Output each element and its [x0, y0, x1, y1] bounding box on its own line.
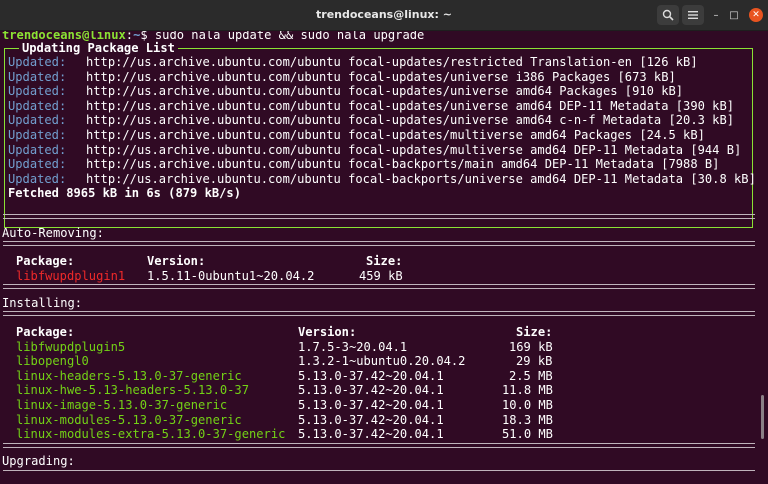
- column-header-package: Package:: [16, 325, 75, 339]
- prompt-command: sudo nala update && sudo nala upgrade: [147, 31, 425, 42]
- install-package-name: linux-modules-5.13.0-37-generic: [16, 412, 242, 427]
- install-package-size: 169 kB: [509, 339, 553, 354]
- install-package-version: 5.13.0-37.42~20.04.1: [298, 383, 444, 398]
- column-header-version: Version:: [298, 325, 357, 339]
- install-package-size: 10.0 MB: [502, 398, 553, 412]
- install-package-version: 1.3.2-1~ubuntu0.20.04.2: [298, 354, 466, 369]
- section-separator: [3, 214, 755, 219]
- section-separator: [3, 443, 755, 448]
- close-button[interactable]: ✕: [749, 8, 763, 22]
- upgrading-heading: Upgrading:: [2, 454, 75, 468]
- update-text: http://us.archive.ubuntu.com/ubuntu foca…: [86, 157, 720, 172]
- install-package-name: linux-image-5.13.0-37-generic: [16, 398, 228, 412]
- update-text: http://us.archive.ubuntu.com/ubuntu foca…: [86, 171, 756, 186]
- install-package-version: 5.13.0-37.42~20.04.1: [298, 398, 444, 412]
- column-header-size: Size:: [516, 325, 553, 339]
- install-package-size: 51.0 MB: [502, 427, 553, 442]
- update-text: http://us.archive.ubuntu.com/ubuntu foca…: [86, 142, 742, 157]
- column-header-size: Size:: [366, 254, 403, 268]
- install-package-size: 2.5 MB: [509, 368, 553, 383]
- fetched-summary: Fetched 8965 kB in 6s (879 kB/s): [8, 186, 241, 201]
- update-status: Updated:: [8, 171, 67, 186]
- update-text: http://us.archive.ubuntu.com/ubuntu foca…: [86, 98, 735, 113]
- install-package-version: 5.13.0-37.42~20.04.1: [298, 427, 444, 442]
- install-package-name: linux-headers-5.13.0-37-generic: [16, 368, 242, 383]
- install-package-version: 1.7.5-3~20.04.1: [298, 339, 408, 354]
- update-panel-title: Updating Package List: [19, 41, 178, 56]
- remove-package-name: libfwupdplugin1: [16, 268, 126, 283]
- install-package-version: 5.13.0-37.42~20.04.1: [298, 368, 444, 383]
- section-separator: [3, 470, 755, 471]
- update-text: http://us.archive.ubuntu.com/ubuntu foca…: [86, 113, 735, 128]
- section-separator: [3, 311, 755, 316]
- section-separator: [3, 241, 755, 246]
- installing-heading: Installing:: [2, 296, 83, 310]
- hamburger-menu-icon: [688, 11, 698, 19]
- window-titlebar[interactable]: trendoceans@linux: ~ – □ ✕: [0, 0, 768, 31]
- terminal-output[interactable]: trendoceans@linux:~$ sudo nala update &&…: [0, 31, 768, 484]
- update-status: Updated:: [8, 84, 67, 99]
- column-header-version: Version:: [147, 254, 206, 268]
- search-icon: [662, 9, 674, 21]
- update-text: http://us.archive.ubuntu.com/ubuntu foca…: [86, 55, 698, 69]
- auto-removing-heading: Auto-Removing:: [2, 226, 104, 240]
- update-status: Updated:: [8, 55, 67, 69]
- install-package-size: 11.8 MB: [502, 383, 553, 398]
- window-title: trendoceans@linux: ~: [316, 8, 452, 21]
- vertical-scrollbar[interactable]: [761, 395, 764, 439]
- update-status: Updated:: [8, 128, 67, 142]
- install-package-name: linux-modules-extra-5.13.0-37-generic: [16, 427, 286, 442]
- update-status: Updated:: [8, 113, 67, 128]
- install-package-name: libfwupdplugin5: [16, 339, 126, 354]
- menu-button[interactable]: [682, 5, 704, 25]
- install-package-version: 5.13.0-37.42~20.04.1: [298, 412, 444, 427]
- update-status: Updated:: [8, 69, 67, 84]
- install-package-name: linux-hwe-5.13-headers-5.13.0-37: [16, 383, 249, 398]
- update-text: http://us.archive.ubuntu.com/ubuntu foca…: [86, 69, 676, 84]
- minimize-button[interactable]: –: [709, 8, 723, 22]
- install-package-size: 18.3 MB: [502, 412, 553, 427]
- maximize-button[interactable]: □: [727, 8, 741, 22]
- update-status: Updated:: [8, 98, 67, 113]
- update-status: Updated:: [8, 157, 67, 172]
- update-text: http://us.archive.ubuntu.com/ubuntu foca…: [86, 128, 705, 142]
- search-button[interactable]: [657, 5, 679, 25]
- update-text: http://us.archive.ubuntu.com/ubuntu foca…: [86, 84, 684, 99]
- remove-package-size: 459 kB: [359, 268, 403, 283]
- column-header-package: Package:: [16, 254, 75, 268]
- section-separator: [3, 284, 755, 289]
- install-package-size: 29 kB: [516, 354, 553, 369]
- remove-package-version: 1.5.11-0ubuntu1~20.04.2: [147, 268, 315, 283]
- update-status: Updated:: [8, 142, 67, 157]
- install-package-name: libopengl0: [16, 354, 89, 369]
